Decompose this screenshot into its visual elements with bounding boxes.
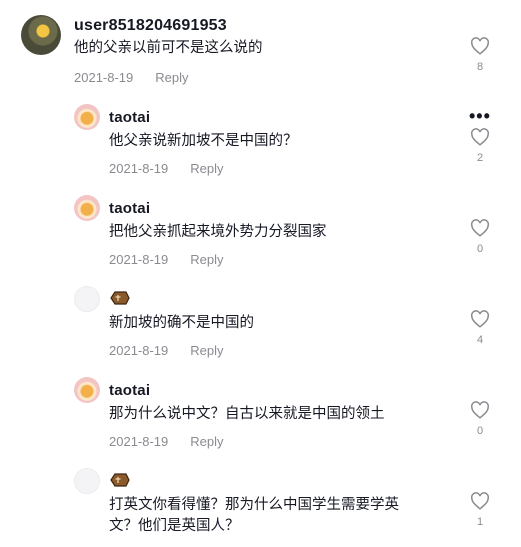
- user-avatar[interactable]: [74, 468, 100, 494]
- reply-button[interactable]: Reply: [155, 70, 188, 85]
- like-button[interactable]: 0: [465, 219, 495, 255]
- coffin-emoji: [110, 473, 130, 487]
- comment-username[interactable]: taotai: [109, 109, 150, 126]
- like-button[interactable]: 1: [465, 492, 495, 528]
- user-avatar[interactable]: [74, 286, 100, 312]
- heart-outline-icon: [471, 128, 489, 146]
- reply-button[interactable]: Reply: [190, 252, 223, 267]
- user-avatar[interactable]: [74, 104, 100, 130]
- comment-meta: 2021-8-19 Reply: [109, 161, 224, 176]
- coffin-emoji: [110, 291, 130, 305]
- like-count: 4: [476, 334, 484, 346]
- comment-date: 2021-8-19: [109, 161, 169, 176]
- like-button[interactable]: 2: [465, 128, 495, 164]
- heart-outline-icon: [471, 492, 489, 510]
- like-count: 8: [476, 61, 484, 73]
- comment-meta: 2021-8-19 Reply: [109, 252, 224, 267]
- comment-date: 2021-8-19: [74, 70, 134, 85]
- like-button[interactable]: 8: [465, 37, 495, 73]
- reply-button[interactable]: Reply: [190, 343, 223, 358]
- heart-outline-icon: [471, 219, 489, 237]
- more-options-icon[interactable]: •••: [469, 107, 491, 125]
- comment-username[interactable]: taotai: [109, 382, 150, 399]
- comment-username[interactable]: taotai: [109, 200, 150, 217]
- user-avatar[interactable]: [74, 195, 100, 221]
- comment-text: 新加坡的确不是中国的: [109, 315, 254, 331]
- like-count: 0: [476, 425, 484, 437]
- heart-outline-icon: [471, 310, 489, 328]
- comment-date: 2021-8-19: [109, 434, 169, 449]
- reply-button[interactable]: Reply: [190, 161, 223, 176]
- like-count: 2: [476, 152, 484, 164]
- comment-username[interactable]: [109, 290, 131, 310]
- heart-outline-icon: [471, 401, 489, 419]
- comment-date: 2021-8-19: [109, 252, 169, 267]
- comment-meta: 2021-8-19 Reply: [74, 70, 189, 85]
- comment-text-line-2: 文？他们是英国人？: [109, 518, 240, 534]
- like-button[interactable]: 0: [465, 401, 495, 437]
- comment-text: 他父亲说新加坡不是中国的？: [109, 133, 298, 149]
- reply-button[interactable]: Reply: [190, 434, 223, 449]
- comment-username[interactable]: user8518204691953: [74, 17, 227, 35]
- user-avatar[interactable]: [74, 377, 100, 403]
- comment-meta: 2021-8-19 Reply: [109, 434, 224, 449]
- comment-text: 把他父亲抓起来境外势力分裂国家: [109, 224, 327, 240]
- like-button[interactable]: 4: [465, 310, 495, 346]
- comment-text: 那为什么说中文？自古以来就是中国的领土: [109, 406, 385, 422]
- comment-date: 2021-8-19: [109, 343, 169, 358]
- comment-text-line-1: 打英文你看得懂？那为什么中国学生需要学英: [109, 497, 399, 513]
- comment-username[interactable]: [109, 472, 131, 492]
- heart-outline-icon: [471, 37, 489, 55]
- like-count: 0: [476, 243, 484, 255]
- comment-meta: 2021-8-19 Reply: [109, 343, 224, 358]
- comment-text: 他的父亲以前可不是这么说的: [74, 40, 263, 56]
- user-avatar[interactable]: [21, 15, 61, 55]
- like-count: 1: [476, 516, 484, 528]
